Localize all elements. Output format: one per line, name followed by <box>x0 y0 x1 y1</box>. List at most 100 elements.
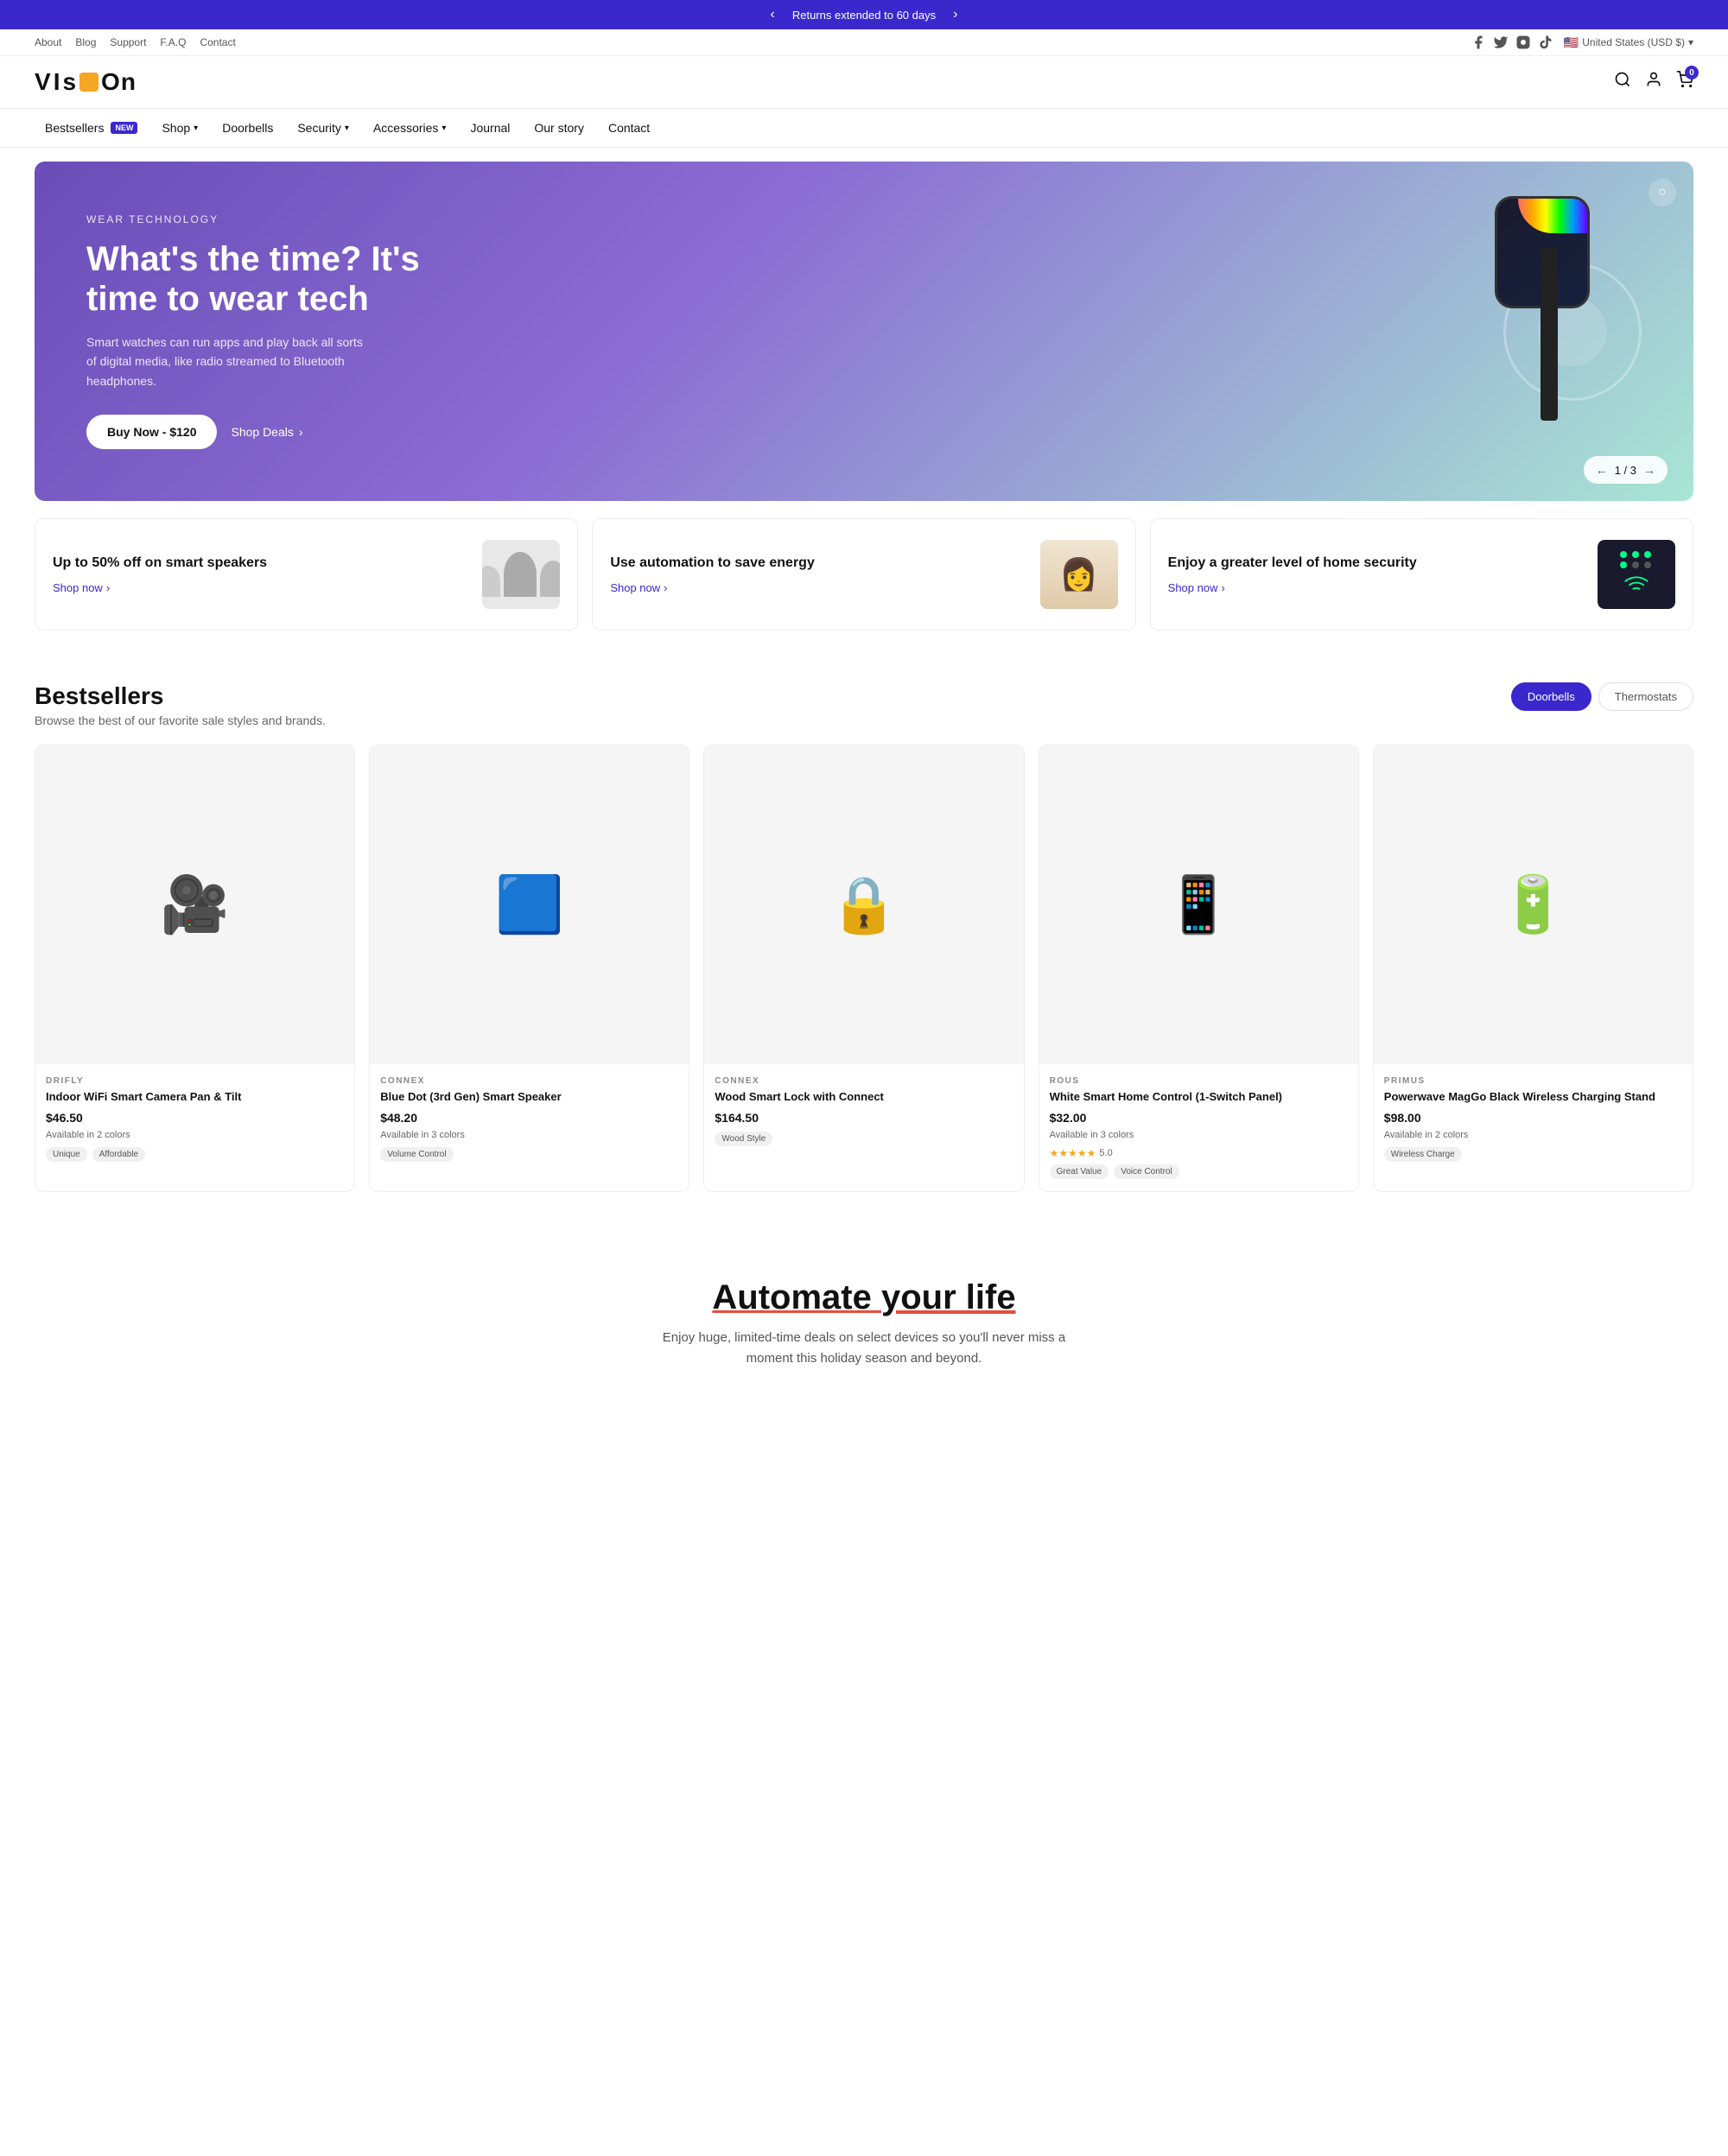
filter-doorbells[interactable]: Doorbells <box>1511 682 1591 711</box>
promo-card-energy: Use automation to save energy Shop now ›… <box>592 518 1135 631</box>
product-colors-1: Available in 3 colors <box>380 1130 678 1140</box>
nav-accessories[interactable]: Accessories ▾ <box>363 109 457 147</box>
product-tags-4: Wireless Charge <box>1384 1147 1682 1162</box>
promo-card-security-title: Enjoy a greater level of home security <box>1168 555 1587 573</box>
product-card-panel[interactable]: 📱 ROUS White Smart Home Control (1-Switc… <box>1039 745 1359 1191</box>
energy-arrow-icon: › <box>664 581 667 594</box>
logo[interactable]: V I s On <box>35 68 137 96</box>
product-price-3: $32.00 <box>1050 1111 1348 1125</box>
nav-support[interactable]: Support <box>110 36 146 48</box>
product-style-tag-2: Wood Style <box>715 1132 772 1146</box>
search-icon <box>1614 71 1631 88</box>
cart-button[interactable]: 0 <box>1676 71 1693 93</box>
nav-new-badge: NEW <box>111 122 137 134</box>
top-nav-links: About Blog Support F.A.Q Contact <box>35 36 236 48</box>
hero-indicator: ← 1 / 3 → <box>1584 456 1668 484</box>
automate-title: Automate your life <box>35 1278 1693 1317</box>
shop-chevron-icon: ▾ <box>194 124 198 133</box>
product-card-speaker[interactable]: 🟦 CONNEX Blue Dot (3rd Gen) Smart Speake… <box>369 745 689 1191</box>
product-image-speaker: 🟦 <box>370 745 689 1064</box>
hero-title: What's the time? It's time to wear tech <box>86 239 449 319</box>
nav-contact[interactable]: Contact <box>598 109 660 147</box>
promo-card-energy-link[interactable]: Shop now › <box>610 581 1029 594</box>
logo-text-i1: I <box>54 68 61 96</box>
dot-2 <box>1632 551 1639 558</box>
section-header: Bestsellers Browse the best of our favor… <box>35 682 1693 727</box>
account-button[interactable] <box>1645 71 1662 93</box>
section-title: Bestsellers <box>35 682 326 710</box>
bestsellers-section: Bestsellers Browse the best of our favor… <box>0 648 1728 1226</box>
logo-text-s: s <box>62 68 77 96</box>
hero-close-button[interactable]: ○ <box>1649 179 1676 206</box>
promo-card-speakers-link[interactable]: Shop now › <box>53 581 472 594</box>
nav-our-story[interactable]: Our story <box>524 109 594 147</box>
logo-text-on: On <box>101 68 137 96</box>
hero-prev-button[interactable]: ← <box>1596 463 1608 477</box>
tag-unique: Unique <box>46 1147 87 1162</box>
promo-card-security-link[interactable]: Shop now › <box>1168 581 1587 594</box>
nav-contact-top[interactable]: Contact <box>200 36 235 48</box>
nav-faq[interactable]: F.A.Q <box>160 36 186 48</box>
product-card-charger[interactable]: 🔋 PRIMUS Powerwave MagGo Black Wireless … <box>1373 745 1693 1191</box>
camera-icon: 🎥 <box>161 872 230 937</box>
promo-card-energy-content: Use automation to save energy Shop now › <box>610 555 1029 594</box>
hero-buy-button[interactable]: Buy Now - $120 <box>86 415 217 449</box>
speaker-medium <box>540 561 560 597</box>
product-brand-3: ROUS <box>1050 1076 1348 1086</box>
watch-rainbow <box>1518 199 1587 233</box>
speaker-large <box>504 552 537 597</box>
speaker-illustration <box>482 552 560 597</box>
hero-description: Smart watches can run apps and play back… <box>86 333 363 390</box>
filter-tabs: Doorbells Thermostats <box>1511 682 1693 711</box>
product-info-speaker: CONNEX Blue Dot (3rd Gen) Smart Speaker … <box>370 1064 689 1173</box>
products-grid: 🎥 DRIFLY Indoor WiFi Smart Camera Pan & … <box>35 745 1693 1191</box>
nav-shop[interactable]: Shop ▾ <box>151 109 208 147</box>
security-chevron-icon: ▾ <box>345 124 349 133</box>
hero-content: WEAR TECHNOLOGY What's the time? It's ti… <box>86 213 449 449</box>
section-description: Browse the best of our favorite sale sty… <box>35 713 326 727</box>
product-colors-4: Available in 2 colors <box>1384 1130 1682 1140</box>
product-price-4: $98.00 <box>1384 1111 1682 1125</box>
product-brand-1: CONNEX <box>380 1076 678 1086</box>
country-label: United States (USD $) <box>1582 36 1685 48</box>
nav-bestsellers[interactable]: Bestsellers NEW <box>35 109 148 147</box>
flag-icon: 🇺🇸 <box>1564 35 1579 50</box>
announce-next-button[interactable]: › <box>950 7 961 22</box>
product-card-lock[interactable]: 🔒 CONNEX Wood Smart Lock with Connect $1… <box>703 745 1024 1191</box>
product-image-camera: 🎥 <box>35 745 354 1064</box>
hero-section: WEAR TECHNOLOGY What's the time? It's ti… <box>35 162 1693 501</box>
product-price-2: $164.50 <box>715 1111 1013 1125</box>
top-nav-right: 🇺🇸 United States (USD $) ▾ <box>1471 35 1693 50</box>
hero-deals-button[interactable]: Shop Deals › <box>231 425 302 439</box>
promo-card-speakers-content: Up to 50% off on smart speakers Shop now… <box>53 555 472 594</box>
country-selector[interactable]: 🇺🇸 United States (USD $) ▾ <box>1564 35 1693 50</box>
announce-prev-button[interactable]: ‹ <box>767 7 778 22</box>
speaker-small <box>482 566 500 597</box>
section-header-left: Bestsellers Browse the best of our favor… <box>35 682 326 727</box>
top-nav: About Blog Support F.A.Q Contact 🇺🇸 Unit… <box>0 29 1728 56</box>
nav-security[interactable]: Security ▾ <box>287 109 359 147</box>
dot-4 <box>1620 561 1627 568</box>
dot-6 <box>1644 561 1651 568</box>
rating-num-3: 5.0 <box>1099 1148 1112 1158</box>
automate-title-prefix: Automate <box>712 1278 881 1316</box>
product-image-panel: 📱 <box>1039 745 1358 1064</box>
hero-image <box>1296 179 1659 484</box>
promo-card-security-image <box>1598 540 1675 609</box>
promo-card-energy-title: Use automation to save energy <box>610 555 1029 573</box>
product-card-camera[interactable]: 🎥 DRIFLY Indoor WiFi Smart Camera Pan & … <box>35 745 355 1191</box>
search-button[interactable] <box>1614 71 1631 93</box>
filter-thermostats[interactable]: Thermostats <box>1598 682 1693 711</box>
automate-section: Automate your life Enjoy huge, limited-t… <box>0 1227 1728 1421</box>
tag-voice-control: Voice Control <box>1114 1164 1178 1179</box>
person-illustration: 👩 <box>1040 540 1118 609</box>
hero-next-button[interactable]: → <box>1643 463 1655 477</box>
nav-blog[interactable]: Blog <box>75 36 96 48</box>
account-icon <box>1645 71 1662 88</box>
nav-about[interactable]: About <box>35 36 61 48</box>
promo-card-speakers-title: Up to 50% off on smart speakers <box>53 555 472 573</box>
nav-doorbells[interactable]: Doorbells <box>212 109 283 147</box>
nav-journal[interactable]: Journal <box>460 109 520 147</box>
security-dots <box>1620 551 1653 568</box>
product-info-charger: PRIMUS Powerwave MagGo Black Wireless Ch… <box>1374 1064 1693 1173</box>
